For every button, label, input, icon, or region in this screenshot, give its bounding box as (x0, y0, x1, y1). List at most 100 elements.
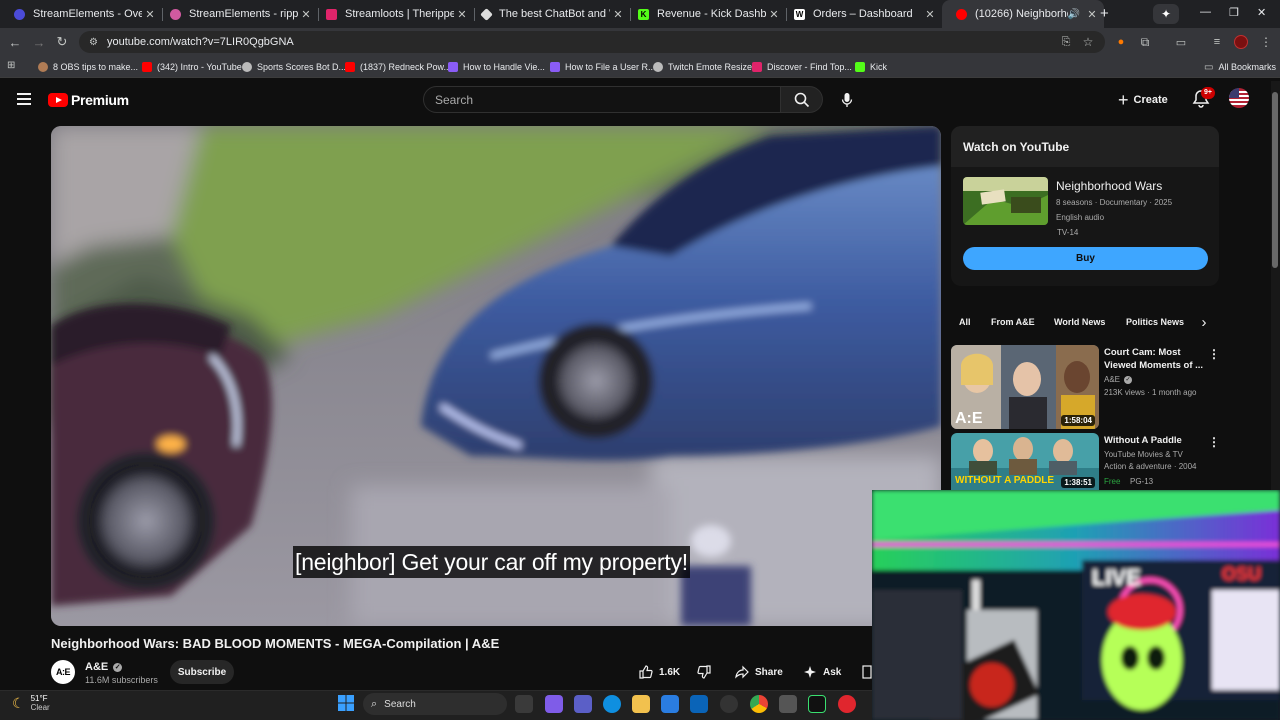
channel-name[interactable]: A&E ✓ (85, 661, 123, 673)
copilot-icon[interactable] (545, 695, 563, 713)
address-bar[interactable]: ⚙ youtube.com/watch?v=7LIR0QgbGNA (79, 31, 1105, 53)
recommendation-thumbnail[interactable]: A:E 1:58:04 (951, 345, 1099, 429)
ask-label: Ask (823, 666, 842, 678)
dislike-button[interactable] (697, 660, 717, 684)
recommendation-views: 213K views · 1 month ago (1104, 388, 1197, 397)
bookmark-item[interactable]: How to File a User R... (550, 60, 656, 74)
youtube-logo-icon (48, 93, 68, 107)
store-icon[interactable] (661, 695, 679, 713)
voice-search-button[interactable] (833, 86, 861, 114)
more-vert-icon[interactable]: ⋮ (1207, 347, 1221, 361)
kick-icon (855, 62, 865, 72)
tab-orders-dashboard[interactable]: W Orders – Dashboard ✕ (780, 0, 942, 28)
youtube-icon (956, 8, 967, 20)
reload-icon[interactable]: ↻ (53, 33, 71, 51)
teams-icon[interactable] (574, 695, 592, 713)
bookmark-item[interactable]: Twitch Emote Resizer (653, 60, 755, 74)
tab-streamloots[interactable]: Streamloots | Therippedredne ✕ (312, 0, 474, 28)
tab-kick-revenue[interactable]: K Revenue - Kick Dashboard ✕ (624, 0, 786, 28)
profile-icon[interactable] (1232, 33, 1250, 51)
back-icon[interactable]: ← (6, 33, 24, 51)
minimize-icon[interactable]: — (1200, 6, 1211, 18)
recommendation-thumbnail[interactable]: WITHOUT A PADDLE 1:38:51 (951, 433, 1099, 491)
channel-name-text: A&E (85, 661, 109, 673)
tab-chatbot-widgets[interactable]: The best ChatBot and Widgets ✕ (468, 0, 630, 28)
close-icon[interactable]: ✕ (1084, 8, 1100, 21)
like-count: 1.6K (659, 666, 681, 678)
chip-politics-news[interactable]: Politics News (1117, 312, 1193, 332)
bookmark-item[interactable]: (1837) Redneck Pow... (345, 60, 451, 74)
show-thumbnail[interactable] (963, 177, 1048, 225)
weather-widget[interactable]: ☾ 51°F Clear (12, 694, 50, 712)
tab-title: StreamElements - Overlays (33, 8, 142, 20)
close-icon[interactable]: ✕ (922, 8, 938, 21)
new-tab-icon[interactable]: + (1100, 5, 1109, 22)
task-view-icon[interactable] (515, 695, 533, 713)
like-button[interactable]: 1.6K (639, 660, 680, 684)
windows-start-icon[interactable] (338, 695, 354, 711)
chrome-icon[interactable] (750, 695, 768, 713)
taskbar-search[interactable]: ⌕ Search (363, 693, 507, 715)
bookmark-label: How to File a User R... (565, 62, 656, 72)
app-icon[interactable] (808, 695, 826, 713)
outlook-icon[interactable] (690, 695, 708, 713)
buy-button[interactable]: Buy (963, 247, 1208, 270)
sidepanel-icon[interactable]: ▭ (1172, 33, 1190, 51)
search-button[interactable] (781, 86, 823, 113)
show-title[interactable]: Neighborhood Wars (1056, 179, 1162, 193)
ask-button[interactable]: Ask (803, 660, 841, 684)
recommendation-channel[interactable]: YouTube Movies & TV (1104, 450, 1183, 459)
search-input[interactable]: Search (423, 86, 781, 113)
sparkle-icon[interactable]: ✦ (1153, 4, 1179, 24)
menu-icon[interactable]: ⋮ (1257, 33, 1275, 51)
hamburger-menu-icon[interactable] (17, 93, 31, 105)
recommendation-title[interactable]: Court Cam: Most Viewed Moments of ... (1104, 346, 1204, 372)
tab-youtube-active[interactable]: (10266) Neighborhood Wa 🔊 ✕ (942, 0, 1104, 28)
install-app-icon[interactable]: ⎘ (1057, 33, 1075, 51)
scrollbar-thumb[interactable] (1272, 92, 1278, 268)
streamelements-icon (170, 8, 181, 20)
chip-world-news[interactable]: World News (1045, 312, 1114, 332)
user-avatar[interactable] (1229, 88, 1249, 108)
all-bookmarks-folder[interactable]: ▭ All Bookmarks (1204, 60, 1276, 74)
app-icon[interactable] (838, 695, 856, 713)
bookmark-item[interactable]: Discover - Find Top... (752, 60, 852, 74)
create-button[interactable]: + Create (1118, 88, 1178, 112)
chip-all[interactable]: All (950, 312, 980, 332)
extension-orange-icon[interactable]: ● (1112, 33, 1130, 51)
tab-title: StreamElements - rippedredne (189, 8, 298, 20)
edge-icon[interactable] (603, 695, 621, 713)
recommendation-title[interactable]: Without A Paddle (1104, 434, 1204, 447)
chip-from-ae[interactable]: From A&E (982, 312, 1044, 332)
show-meta: 8 seasons · Documentary · 2025 (1056, 198, 1173, 207)
bookmark-item[interactable]: (342) Intro - YouTube (142, 60, 242, 74)
close-window-icon[interactable]: ✕ (1257, 6, 1266, 19)
bookmarks-bar: ⊞ 8 OBS tips to make... (342) Intro - Yo… (0, 56, 1280, 78)
file-explorer-icon[interactable] (632, 695, 650, 713)
tab-streamelements-overlays[interactable]: StreamElements - Overlays ✕ (0, 0, 162, 28)
share-button[interactable]: Share (735, 660, 783, 684)
brand-text: Premium (71, 92, 129, 108)
speaker-icon[interactable]: 🔊 (1068, 9, 1080, 20)
bookmark-star-icon[interactable]: ☆ (1079, 33, 1097, 51)
apps-grid-icon[interactable]: ⊞ (7, 60, 15, 71)
recommendation-channel[interactable]: A&E ✓ (1104, 375, 1133, 384)
app-icon[interactable] (779, 695, 797, 713)
more-vert-icon[interactable]: ⋮ (1207, 435, 1221, 449)
forward-icon[interactable]: → (30, 33, 48, 51)
subscribe-button[interactable]: Subscribe (170, 660, 234, 684)
youtube-premium-logo[interactable]: Premium (48, 92, 129, 108)
bookmark-item[interactable]: 8 OBS tips to make... (38, 60, 138, 74)
obs-icon[interactable] (720, 695, 738, 713)
media-controls-icon[interactable]: ≡ (1208, 33, 1226, 51)
bookmark-item[interactable]: Kick (855, 60, 887, 74)
bookmark-item[interactable]: How to Handle Vie... (448, 60, 545, 74)
extensions-puzzle-icon[interactable]: ⧉ (1136, 33, 1154, 51)
bookmark-item[interactable]: Sports Scores Bot D... (242, 60, 346, 74)
chevron-right-icon[interactable]: › (1195, 313, 1213, 331)
channel-avatar[interactable]: A:E (51, 660, 75, 684)
restore-icon[interactable]: ❐ (1229, 6, 1239, 19)
tab-streamelements-rippedredneck[interactable]: StreamElements - rippedredne ✕ (156, 0, 318, 28)
site-info-icon[interactable]: ⚙ (89, 37, 98, 48)
tab-title: Streamloots | Therippedredne (345, 8, 454, 20)
